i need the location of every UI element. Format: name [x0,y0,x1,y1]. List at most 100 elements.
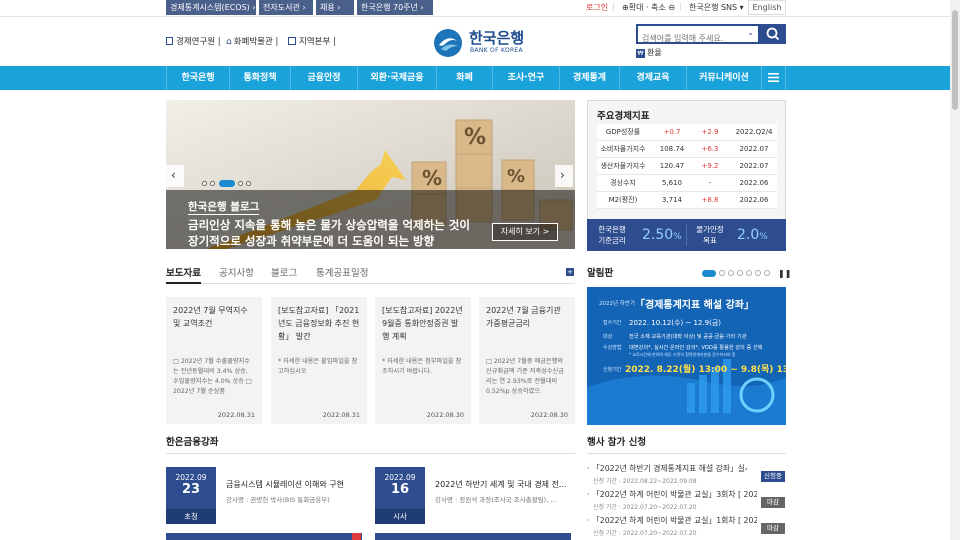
recruit-link[interactable]: 채용 › [316,0,354,15]
english-link[interactable]: English [748,0,786,15]
divider [686,224,687,246]
nav-item-bank-of-korea[interactable]: 한국은행 [166,66,229,90]
regional-office-link[interactable]: 지역본부 | [288,35,336,47]
lecture-date-box: 2022.09 16 시사 [375,467,425,524]
pause-icon[interactable]: ❚❚ [778,270,791,278]
slide-dot[interactable] [238,181,243,186]
notice-dot[interactable] [737,270,743,276]
slide-dot[interactable] [246,181,251,186]
banner-method-label: 수강방법 [603,345,622,351]
menu-button[interactable] [761,66,786,90]
nav-item-monetary-policy[interactable]: 통화정책 [229,66,290,90]
scrollbar-thumb[interactable] [952,10,958,110]
tab-notice[interactable]: 공지사항 [219,265,254,279]
panel-title: 주요경제지표 [597,111,650,122]
tab-stats-schedule[interactable]: 통계공표일정 [316,265,368,279]
slide-dot-active[interactable] [219,180,235,187]
base-rate-banner[interactable]: 한국은행 기준금리 2.50% 물가안정 목표 2.0% [587,219,786,251]
lecture-title: 금융시스템 시뮬레이션 이해와 구현 [226,480,345,489]
event-item[interactable]: · 「2022년 하계 어린이 박물관 교실」1회차 [ 2022... 신청 … [587,515,786,540]
search-input[interactable] [638,30,742,47]
next-slide-button[interactable]: › [555,165,573,187]
slide-tag: 한국은행 블로그 [188,201,260,215]
research-institute-link[interactable]: 경제연구원 | [166,35,221,47]
event-period: 신청 기간 : 2022.07.20~2022.07.20 [593,504,697,511]
banner-method: 대면강의*, 실시간 온라인 강의*, VOD를 활용한 강의 중 선택 [629,345,763,351]
inflation-target-value: 2.0% [737,227,768,243]
bank-logo[interactable]: 한국은행 BANK OF KOREA [433,27,533,59]
70th-anniversary-link[interactable]: 한국은행 70주년 › [357,0,433,15]
status-badge: 신청중 [761,471,785,482]
indicator-row[interactable]: 경상수지 5,610-2022.06 [597,175,777,192]
tab-press-release[interactable]: 보도자료 [166,265,201,279]
e-library-link[interactable]: 전자도서관 › [259,0,313,15]
banner-period-label: 접수기간 [603,320,622,326]
slide-headline-line1: 금리인상 지속을 통해 높은 물가 상승압력을 억제하는 것이 [188,218,470,232]
zoom-control[interactable]: ⊕확대 · 축소 ⊖ [622,2,675,13]
lecture-date-box: 2022.09 23 초청 [166,467,216,524]
indicator-row[interactable]: M2(평잔) 3,714 +8.8 2022.06 [597,192,777,209]
news-card[interactable]: [보도참고자료] 2022년 9월중 통화안정증권 발행 계획 * 자세한 내용은… [375,297,471,424]
sns-dropdown[interactable]: 한국은행 SNS ▾ [689,2,744,13]
notice-board-title: 알림판 [587,268,614,279]
notice-dot[interactable] [764,270,770,276]
logo-korean-text: 한국은행 [469,29,525,47]
login-link[interactable]: 로그인 [586,2,608,13]
divider: | [679,2,682,11]
nav-item-financial-stability[interactable]: 금융안정 [290,66,357,90]
event-item[interactable]: · 「2022년 하반기 경제통계지표 해설 강좌」실시 신청 기간 : 202… [587,463,786,488]
news-card[interactable]: 2022년 7월 금융기관 가중평균금리 □ 2022년 7월중 예금은행의 신규… [479,297,575,424]
nav-item-communication[interactable]: 커뮤니케이션 [686,66,761,90]
nav-item-currency[interactable]: 화폐 [436,66,492,90]
svg-text:%: % [422,166,442,190]
search-button[interactable] [760,24,786,44]
lecture-item[interactable]: 2022.09 16 시사 2022년 하반기 세계 및 국내 경제 전... … [375,467,575,524]
play-icon[interactable] [352,533,361,540]
slide-dot[interactable] [202,181,207,186]
notice-dot-active[interactable] [702,270,716,277]
notice-dot[interactable] [728,270,734,276]
lecture-speaker: 강사명 : 권병헌 박사(BIS 통화금융부) [226,496,330,504]
slide-pagination [202,180,256,187]
event-title: · 「2022년 하계 어린이 박물관 교실」3회차 [ 2022... [587,490,757,499]
banner-small-text: 2022년 하반기 [599,301,635,307]
base-rate-label: 한국은행 기준금리 [598,225,626,245]
notice-dot[interactable] [755,270,761,276]
prev-slide-button[interactable]: ‹ [166,165,184,187]
news-card[interactable]: [보도참고자료] 「2021년도 금융정보화 추진 현황」 발간 * 자세한 내용… [271,297,367,424]
indicator-row[interactable]: GDP성장률 +0.7 +2.9 2022.Q2/4 [597,124,777,141]
money-museum-link[interactable]: ⌂ 화폐박물관 | [226,35,278,47]
notice-dot[interactable] [719,270,725,276]
indicator-row[interactable]: 소비자물가지수 108.74 +6.3 2022.07 [597,141,777,158]
scrollbar-track[interactable] [950,0,960,540]
nav-item-education[interactable]: 경제교육 [619,66,686,90]
notice-banner[interactable]: 2022년 하반기 「경제통계지표 해설 강좌」 접수기간 2022. 10.1… [587,287,786,425]
chevron-left-icon: ‹ [171,168,176,182]
event-item[interactable]: · 「2022년 하계 어린이 박물관 교실」3회차 [ 2022... 신청 … [587,489,786,514]
ecos-link[interactable]: 경제통계시스템(ECOS) › [166,0,256,15]
site-header: 경제연구원 | ⌂ 화폐박물관 | 지역본부 | 한국은행 BANK OF KOR… [0,16,960,66]
tab-blog[interactable]: 블로그 [271,265,297,279]
banner-note: * 교육시간에 한하며 해당 기관의 협력관계자분을 준수하셔야 함 [629,352,736,357]
slide-dot[interactable] [210,181,215,186]
hero-slider[interactable]: % % % ‹ › 한국은행 블로그 금리인상 지속을 통해 높은 물가 상승압… [166,100,575,249]
notice-dot[interactable] [746,270,752,276]
slide-headline-line2: 장기적으로 성장과 취약부문에 더 도움이 되는 방향 [188,234,435,248]
chevron-down-icon[interactable]: ⌄ [747,28,754,37]
slide-more-button[interactable]: 자세히 보기 > [492,223,558,241]
plus-icon[interactable]: + [566,268,574,276]
nav-item-statistics[interactable]: 경제통계 [559,66,619,90]
indicator-row[interactable]: 생산자물가지수 120.47 +9.2 2022.07 [597,158,777,175]
lecture-item[interactable]: 2022.09 23 초청 금융시스템 시뮬레이션 이해와 구현 강사명 : 권… [166,467,366,524]
status-badge: 마감 [761,497,785,508]
nav-item-foreign-exchange[interactable]: 외환·국제금융 [357,66,436,90]
news-card[interactable]: 2022년 7월 무역지수 및 교역조건 □ 2022년 7월 수출물량지수는 전… [166,297,262,424]
divider: | [612,2,615,11]
event-title: · 「2022년 하계 어린이 박물관 교실」1회차 [ 2022... [587,516,757,525]
exchange-rate-link[interactable]: ₩ 환율 [636,47,662,58]
lecture-item-partial[interactable] [166,533,362,540]
search-box: ⌄ [636,24,760,47]
hamburger-icon [768,73,779,82]
nav-item-research[interactable]: 조사·연구 [492,66,559,90]
lecture-item-partial[interactable] [375,533,571,540]
